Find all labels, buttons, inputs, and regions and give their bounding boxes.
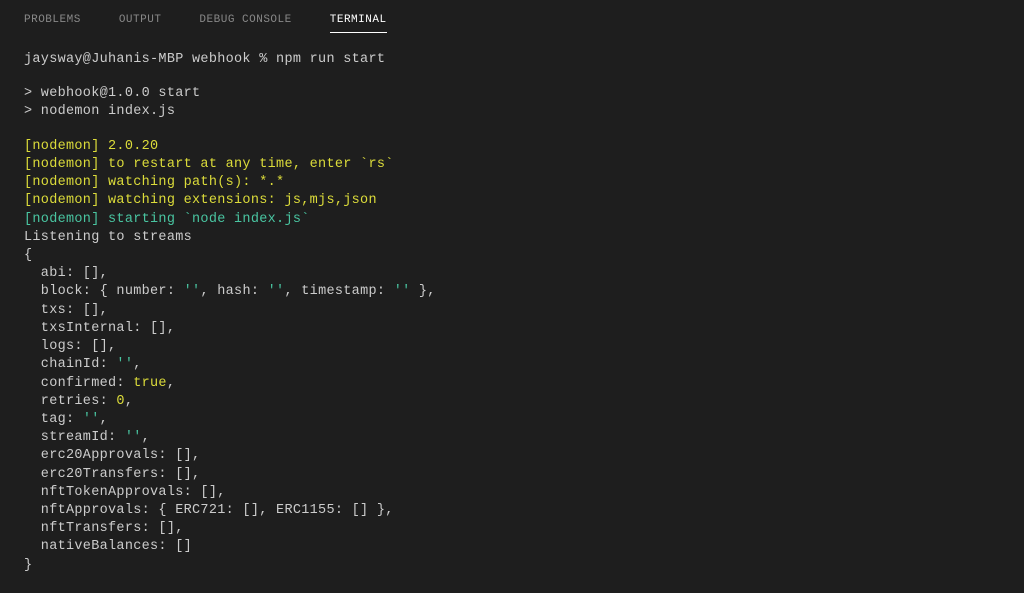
tab-output[interactable]: OUTPUT xyxy=(119,8,162,33)
obj-retries: retries: 0, xyxy=(24,393,1000,411)
tab-terminal[interactable]: TERMINAL xyxy=(330,8,387,33)
obj-txs: txs: [], xyxy=(24,302,1000,320)
obj-tag: tag: '', xyxy=(24,411,1000,429)
terminal-output[interactable]: jaysway@Juhanis-MBP webhook % npm run st… xyxy=(0,33,1024,593)
obj-logs: logs: [], xyxy=(24,338,1000,356)
obj-chainid: chainId: '', xyxy=(24,356,1000,374)
npm-run-line: > webhook@1.0.0 start xyxy=(24,85,1000,103)
nodemon-restart: [nodemon] to restart at any time, enter … xyxy=(24,156,1000,174)
tab-problems[interactable]: PROBLEMS xyxy=(24,8,81,33)
obj-txs-internal: txsInternal: [], xyxy=(24,320,1000,338)
obj-block: block: { number: '', hash: '', timestamp… xyxy=(24,283,1000,301)
tab-debug-console[interactable]: DEBUG CONSOLE xyxy=(199,8,291,33)
nodemon-watching-paths: [nodemon] watching path(s): *.* xyxy=(24,174,1000,192)
obj-confirmed: confirmed: true, xyxy=(24,375,1000,393)
nodemon-version: [nodemon] 2.0.20 xyxy=(24,138,1000,156)
obj-streamid: streamId: '', xyxy=(24,429,1000,447)
listening-line: Listening to streams xyxy=(24,229,1000,247)
prompt-line: jaysway@Juhanis-MBP webhook % npm run st… xyxy=(24,51,1000,69)
obj-nft-token-approvals: nftTokenApprovals: [], xyxy=(24,484,1000,502)
obj-nft-transfers: nftTransfers: [], xyxy=(24,520,1000,538)
obj-abi: abi: [], xyxy=(24,265,1000,283)
obj-open: { xyxy=(24,247,1000,265)
obj-native-balances: nativeBalances: [] xyxy=(24,538,1000,556)
nodemon-starting: [nodemon] starting `node index.js` xyxy=(24,211,1000,229)
npm-run-line: > nodemon index.js xyxy=(24,103,1000,121)
obj-erc20-transfers: erc20Transfers: [], xyxy=(24,466,1000,484)
panel-tabs: PROBLEMS OUTPUT DEBUG CONSOLE TERMINAL xyxy=(0,0,1024,33)
obj-erc20-approvals: erc20Approvals: [], xyxy=(24,447,1000,465)
nodemon-watching-ext: [nodemon] watching extensions: js,mjs,js… xyxy=(24,192,1000,210)
obj-close: } xyxy=(24,557,1000,575)
obj-nft-approvals: nftApprovals: { ERC721: [], ERC1155: [] … xyxy=(24,502,1000,520)
